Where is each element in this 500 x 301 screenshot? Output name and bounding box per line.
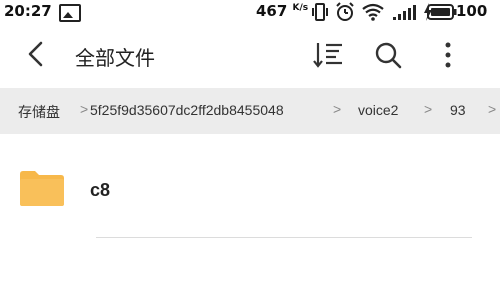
list-divider <box>96 237 472 238</box>
breadcrumb-separator-icon: > <box>333 101 342 117</box>
breadcrumb-item-93[interactable]: 93 <box>450 102 466 118</box>
network-speed-unit: K/s <box>292 3 309 13</box>
breadcrumb-item-storage[interactable]: 存储盘 <box>18 102 60 122</box>
breadcrumb-item-folder-hash[interactable]: 5f25f9d35607dc2ff2db8455048 <box>90 102 284 118</box>
folder-icon <box>20 171 64 206</box>
status-bar: 20:27 467 K/s 100 <box>0 0 500 26</box>
network-speed-value: 467 <box>256 2 288 20</box>
battery-percent: 100 <box>456 2 488 20</box>
breadcrumb: 存储盘 > 5f25f9d35607dc2ff2db8455048 > voic… <box>0 88 500 134</box>
sort-icon[interactable] <box>312 40 344 70</box>
breadcrumb-separator-icon: > <box>424 101 433 117</box>
list-item[interactable]: c8 <box>0 150 500 236</box>
gallery-notification-icon <box>59 4 81 22</box>
alarm-icon <box>336 2 354 21</box>
breadcrumb-item-voice2[interactable]: voice2 <box>358 102 398 118</box>
network-speed: 467 K/s <box>256 2 308 20</box>
more-options-icon[interactable] <box>438 39 458 71</box>
vibrate-icon <box>312 3 328 21</box>
wifi-icon <box>362 3 384 21</box>
status-time: 20:27 <box>4 2 52 20</box>
breadcrumb-separator-icon: > <box>488 101 497 117</box>
battery-icon <box>427 4 457 20</box>
signal-icon <box>393 5 416 20</box>
toolbar: 全部文件 <box>0 26 500 82</box>
back-button[interactable] <box>20 38 52 70</box>
file-name: c8 <box>90 180 111 200</box>
search-icon[interactable] <box>372 39 404 71</box>
breadcrumb-separator-icon: > <box>80 101 89 117</box>
page-title: 全部文件 <box>75 46 155 70</box>
